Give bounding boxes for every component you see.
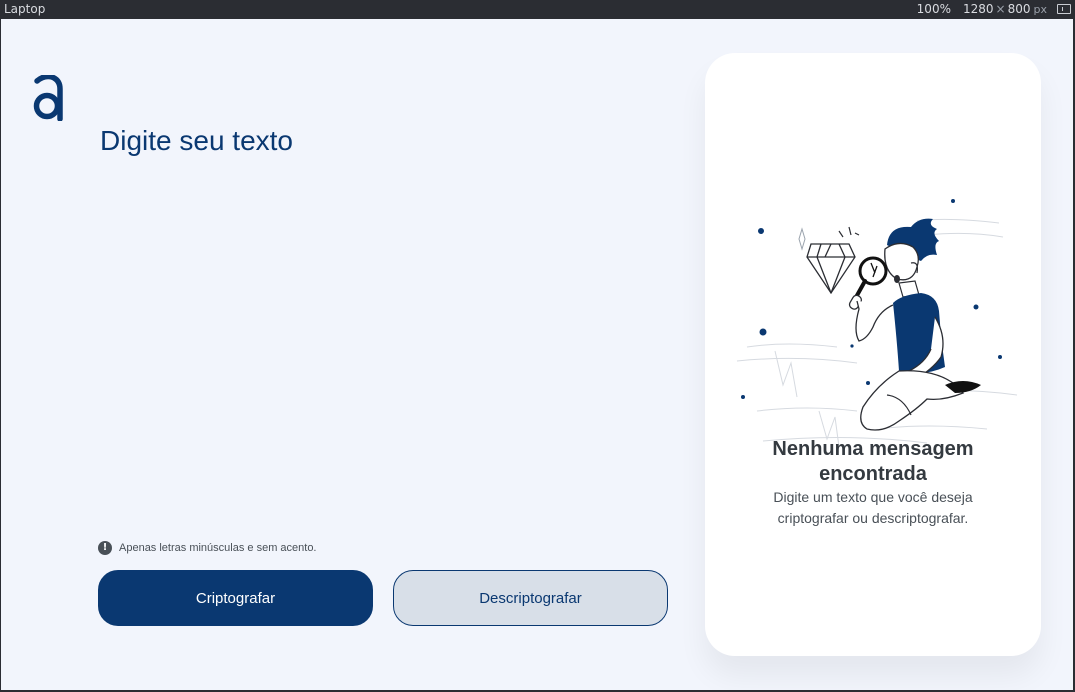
- resolution-height[interactable]: 800: [1008, 2, 1031, 16]
- no-message-title-line2: encontrada: [819, 463, 927, 485]
- zoom-level[interactable]: 100%: [917, 2, 951, 16]
- hint-text: Apenas letras minúsculas e sem acento.: [119, 542, 317, 554]
- resolution-unit: px: [1033, 2, 1048, 16]
- no-message-description-line2: criptografar ou descriptografar.: [777, 510, 969, 526]
- info-icon: !: [98, 541, 112, 555]
- no-message-title-line1: Nenhuma mensagem: [772, 438, 974, 460]
- no-message-title: Nenhuma mensagem encontrada: [705, 437, 1041, 487]
- resolution-separator: ×: [995, 2, 1006, 16]
- rotate-icon[interactable]: [1057, 4, 1071, 14]
- no-message-description-line1: Digite um texto que você deseja: [773, 489, 973, 505]
- alura-logo-icon[interactable]: [33, 75, 63, 121]
- search-illustration-icon: [736, 199, 1018, 448]
- decrypt-button[interactable]: Descriptografar: [393, 570, 668, 626]
- output-panel: Nenhuma mensagem encontrada Digite um te…: [705, 53, 1041, 656]
- resolution-readout: 1280 × 800 px: [963, 2, 1047, 16]
- input-hint: ! Apenas letras minúsculas e sem acento.: [98, 541, 317, 555]
- device-toolbar: Laptop 100% 1280 × 800 px: [0, 0, 1075, 19]
- device-selector[interactable]: Laptop: [4, 2, 45, 16]
- page-viewport: Digite seu texto ! Apenas letras minúscu…: [1, 19, 1073, 690]
- page-title: Digite seu texto: [100, 125, 293, 156]
- message-input[interactable]: [100, 171, 670, 531]
- no-message-description: Digite um texto que você deseja criptogr…: [705, 487, 1041, 529]
- encrypt-button[interactable]: Criptografar: [98, 570, 373, 626]
- device-toolbar-controls: 100% 1280 × 800 px: [917, 2, 1071, 16]
- resolution-width[interactable]: 1280: [963, 2, 994, 16]
